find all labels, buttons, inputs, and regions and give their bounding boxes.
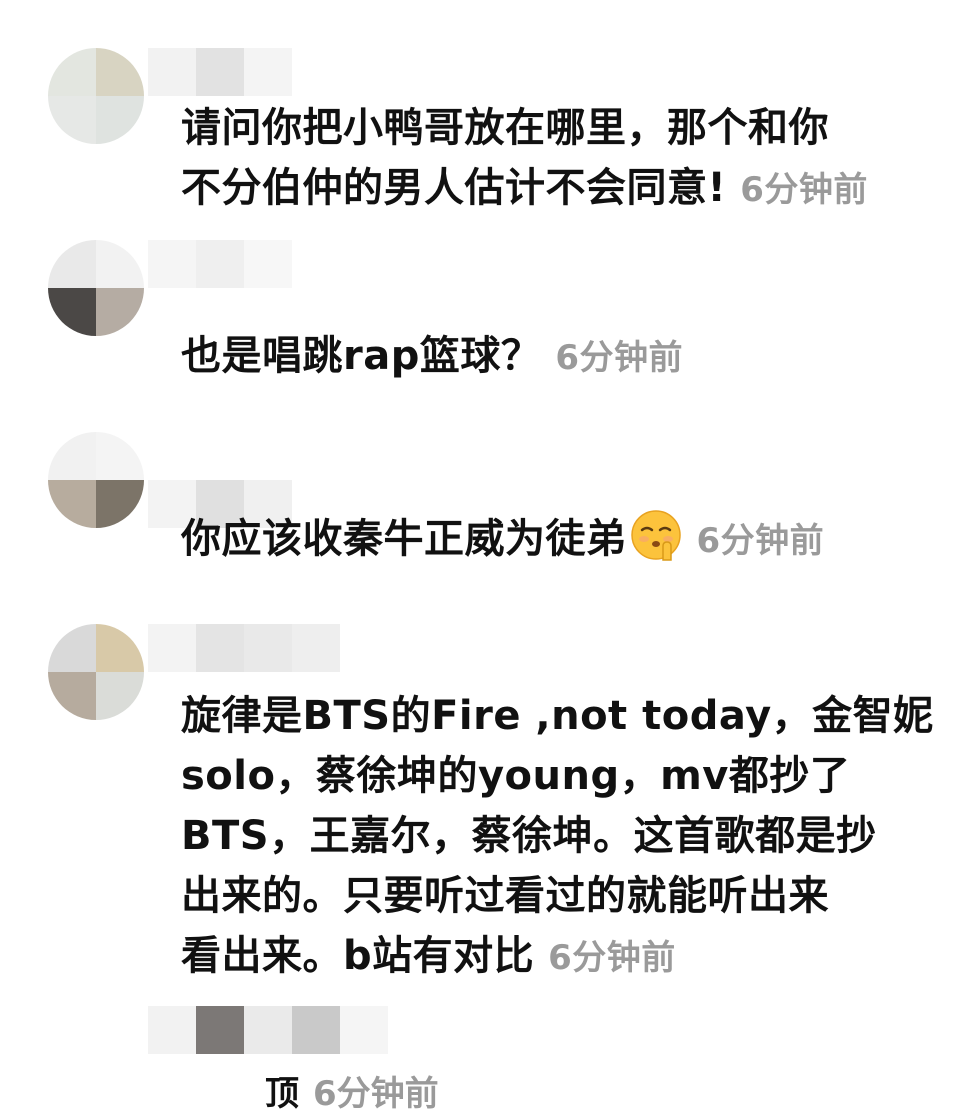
username-blurred[interactable] bbox=[148, 624, 340, 672]
comment-text-line: 旋律是BTS的Fire ,not today，金智妮 bbox=[181, 693, 934, 739]
avatar[interactable] bbox=[48, 48, 144, 144]
comment-text-line: 看出来。b站有对比 bbox=[181, 933, 535, 979]
avatar[interactable] bbox=[48, 432, 144, 528]
comment-text-line: BTS，王嘉尔，蔡徐坤。这首歌都是抄 bbox=[181, 813, 877, 859]
comment-text-line: 不分伯仲的男人估计不会同意! bbox=[181, 165, 727, 211]
comment-text-line: 出来的。只要听过看过的就能听出来 bbox=[181, 873, 829, 919]
comment-timestamp: 6分钟前 bbox=[548, 938, 676, 978]
username-blurred[interactable] bbox=[148, 1006, 388, 1054]
username-blurred[interactable] bbox=[148, 240, 292, 288]
comment-text-line: 顶 bbox=[265, 1074, 299, 1114]
comment-body: 请问你把小鸭哥放在哪里，那个和你 不分伯仲的男人估计不会同意! 6分钟前 bbox=[181, 98, 868, 220]
comment-timestamp: 6分钟前 bbox=[740, 170, 868, 210]
comment-timestamp: 6分钟前 bbox=[313, 1074, 439, 1114]
comment-body: 你应该收秦牛正威为徒弟 6分钟前 bbox=[181, 508, 824, 571]
comment-text-line: 你应该收秦牛正威为徒弟 bbox=[181, 516, 627, 562]
comment-body-partial: 顶 6分钟前 bbox=[265, 1074, 439, 1114]
avatar[interactable] bbox=[48, 240, 144, 336]
comment-timestamp: 6分钟前 bbox=[555, 338, 684, 378]
comment-timestamp: 6分钟前 bbox=[696, 521, 825, 561]
avatar[interactable] bbox=[48, 624, 144, 720]
shushing-face-emoji bbox=[630, 510, 681, 561]
comment-text-line: 也是唱跳rap篮球？ bbox=[181, 333, 542, 379]
comment-text-line: 请问你把小鸭哥放在哪里，那个和你 bbox=[181, 105, 829, 151]
comment-body: 也是唱跳rap篮球？ 6分钟前 bbox=[181, 326, 683, 388]
comment-body: 旋律是BTS的Fire ,not today，金智妮 solo，蔡徐坤的youn… bbox=[181, 686, 934, 988]
username-blurred[interactable] bbox=[148, 48, 292, 96]
comment-text-line: solo，蔡徐坤的young，mv都抄了 bbox=[181, 753, 851, 799]
